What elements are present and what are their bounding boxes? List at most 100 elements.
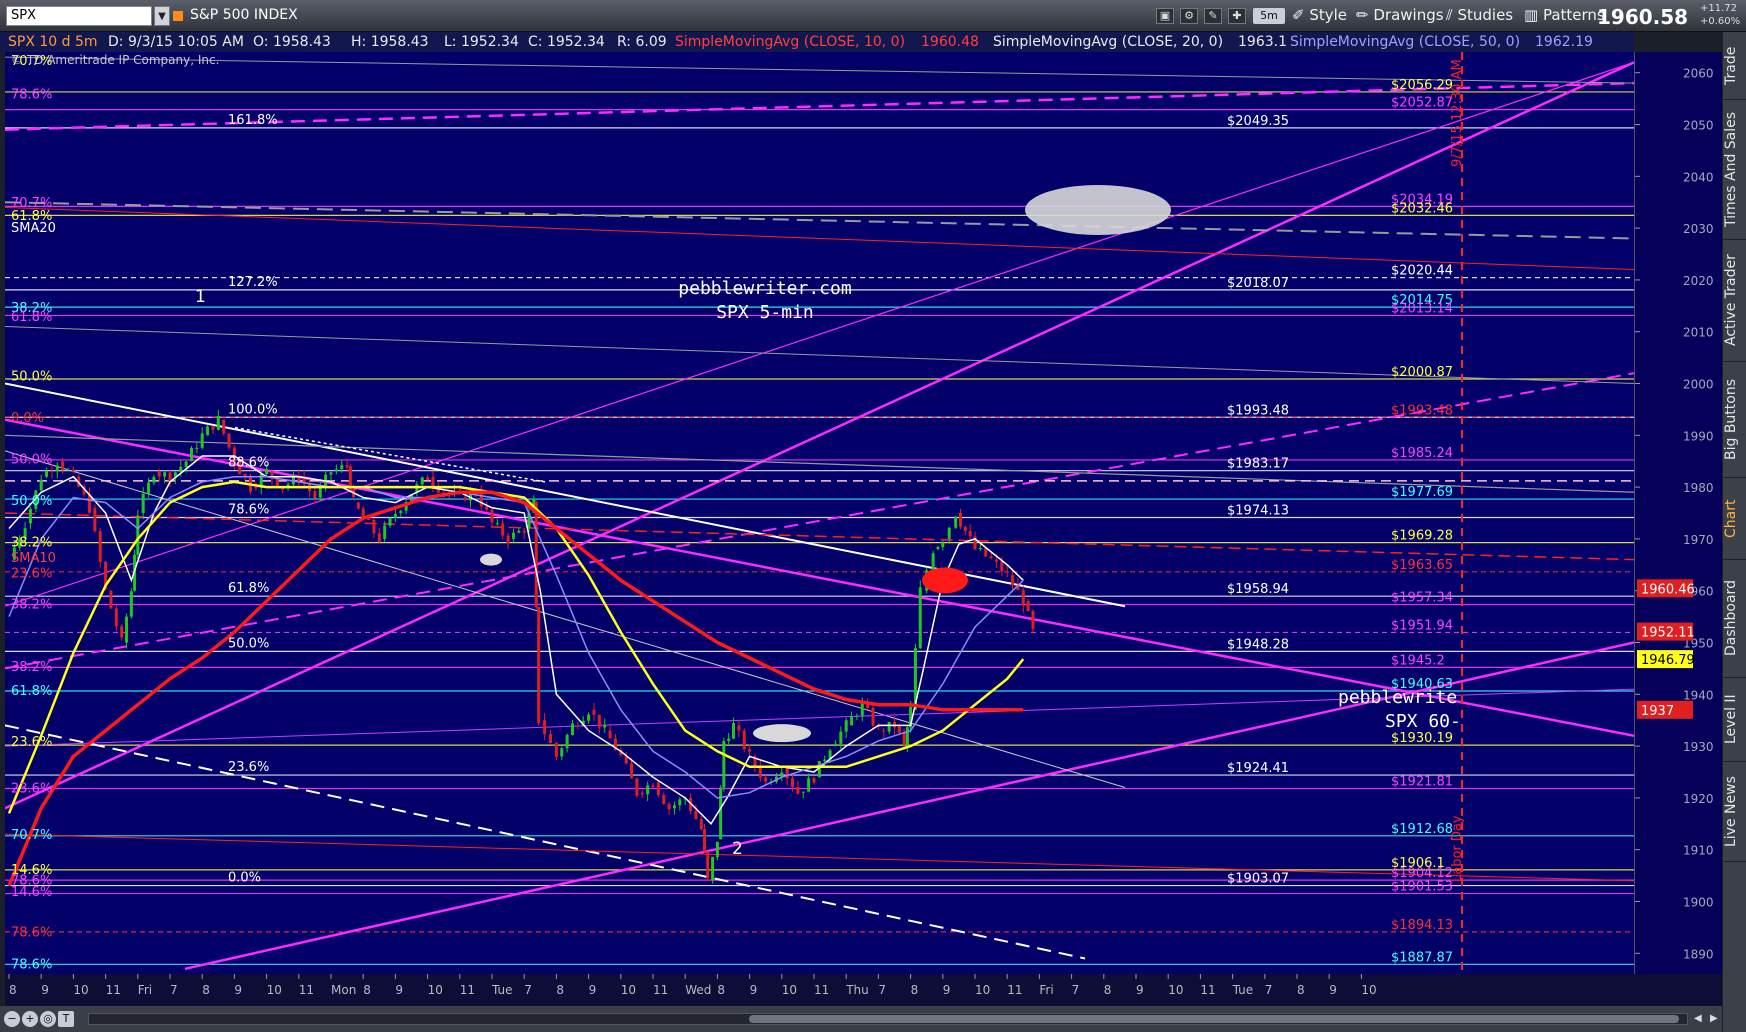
zoom-in-icon[interactable]: +	[22, 1011, 38, 1027]
studies-menu-button[interactable]: ⫽ Studies	[1446, 6, 1513, 26]
x-tick-label: 11	[1007, 983, 1022, 997]
price-level-label: $2052.87	[1391, 96, 1453, 111]
candle-body	[195, 447, 199, 449]
patterns-menu-button[interactable]: ▥ Patterns	[1524, 6, 1605, 26]
candle-body	[791, 778, 795, 788]
candle-body	[393, 513, 397, 518]
x-tick-label: 11	[106, 983, 121, 997]
drawings-menu-button[interactable]: ✏ Drawings	[1356, 6, 1444, 26]
sma50-legend: SimpleMovingAvg (CLOSE, 50, 0)	[1290, 34, 1521, 50]
candle-body	[222, 419, 226, 434]
candle-body	[120, 626, 124, 638]
y-tick-label: 2050	[1683, 119, 1714, 133]
trend-line	[5, 56, 1634, 84]
fib-left-label: 23.6%	[11, 782, 52, 797]
candle-body	[882, 730, 886, 732]
drawing-tool-icon[interactable]: ✎	[1204, 8, 1222, 24]
candle-body	[490, 509, 494, 523]
x-tick-label: 8	[717, 983, 725, 997]
settings-icon[interactable]: ⚙	[1180, 8, 1198, 24]
tab-live-news[interactable]: Live News	[1723, 762, 1746, 862]
x-tick-label: 9	[1136, 983, 1144, 997]
x-tick-label: 9	[750, 983, 758, 997]
candle-body	[711, 857, 715, 881]
crosshair-icon[interactable]: ✚	[1228, 8, 1246, 24]
chart-scrollbar[interactable]	[88, 1013, 1688, 1025]
price-badge-label: 1937	[1641, 704, 1674, 719]
x-tick-label: 10	[267, 983, 282, 997]
price-level-label: $1983.17	[1227, 457, 1289, 472]
tab-trade[interactable]: Trade	[1723, 32, 1746, 100]
candle-body	[1026, 601, 1030, 612]
style-menu-button[interactable]: ✐ Style	[1292, 6, 1347, 26]
candle-body	[592, 709, 596, 715]
tab-times-and-sales[interactable]: Times And Sales	[1723, 100, 1746, 240]
candle-body	[947, 527, 951, 539]
price-level-label: $1894.13	[1391, 918, 1453, 933]
price-level-label: $1930.19	[1391, 731, 1453, 746]
candle-body	[61, 461, 65, 470]
x-tick-label: 8	[556, 983, 564, 997]
candle-body	[624, 756, 628, 764]
chevron-down-icon[interactable]: ▼	[154, 6, 170, 26]
symbol-input[interactable]: SPX	[6, 6, 152, 26]
tab-dashboard[interactable]: Dashboard	[1723, 560, 1746, 678]
candle-body	[554, 743, 558, 757]
trend-line	[5, 724, 1086, 960]
x-tick-label: 11	[1200, 983, 1215, 997]
tab-level-ii[interactable]: Level II	[1723, 678, 1746, 762]
tab-big-buttons[interactable]: Big Buttons	[1723, 362, 1746, 478]
candle-body	[254, 487, 258, 489]
candle-body	[125, 616, 129, 643]
zoom-out-icon[interactable]: −	[4, 1011, 20, 1027]
candle-body	[936, 547, 940, 550]
change-absolute: +11.72	[1700, 3, 1738, 14]
time-axis[interactable]: 8 9 10 11 Fri 7 8 9 10 11 Mon 8 9 10 11 Tue 7 8 9 10 11 Wed 8 9…	[5, 974, 1722, 1006]
candle-body	[50, 470, 54, 472]
tab-active-trader[interactable]: Active Trader	[1723, 240, 1746, 362]
timeframe-button[interactable]: 5m	[1253, 8, 1285, 24]
candle-body	[147, 482, 151, 494]
scroll-left-icon[interactable]: ◀	[1694, 1013, 1702, 1024]
candle-body	[356, 502, 360, 509]
price-level-label: $1957.34	[1391, 590, 1453, 605]
fib-left-label: 23.6%	[11, 567, 52, 582]
candle-body	[954, 516, 958, 528]
x-tick-label: Tue	[491, 983, 513, 997]
candle-body	[667, 804, 671, 810]
candle-body	[227, 433, 231, 448]
scroll-right-icon[interactable]: ▶	[1710, 1013, 1718, 1024]
candle-body	[200, 433, 204, 448]
candle-body	[902, 732, 906, 744]
x-tick-label: 9	[589, 983, 597, 997]
x-tick-label: 9	[234, 983, 242, 997]
price-badge-label: 1946.79	[1641, 653, 1695, 668]
candle-body	[678, 799, 682, 806]
candle-body	[672, 805, 676, 809]
x-tick-label: Fri	[138, 983, 152, 997]
candle-body	[978, 548, 982, 550]
price-level-label: $1963.65	[1391, 558, 1453, 573]
link-square-icon[interactable]	[173, 11, 183, 21]
fib-mid-label: 88.6%	[228, 456, 269, 471]
camera-icon[interactable]: ▣	[1156, 8, 1174, 24]
scrollbar-thumb[interactable]	[749, 1015, 1679, 1023]
zoom-fit-icon[interactable]: ◎	[40, 1011, 56, 1027]
price-level-label: $1903.07	[1227, 872, 1289, 887]
price-level-label: $1993.48	[1391, 403, 1453, 418]
x-tick-label: 11	[814, 983, 829, 997]
x-tick-label: Tue	[1232, 983, 1254, 997]
candle-body	[722, 740, 726, 788]
chart-plot-area[interactable]: 70.7% 78.6% 70.7% 61.8% 38.2% 61.8% 50.0% 0.0% 5…	[5, 52, 1634, 974]
candle-body	[426, 477, 430, 480]
candle-body	[630, 763, 634, 779]
highlight-ellipse-red	[922, 567, 968, 594]
wave-label-1: 1	[195, 287, 206, 307]
price-axis[interactable]: 1890 1900 1910 1920 1930 1940 1950 1960 1970 1980…	[1634, 52, 1722, 974]
tab-chart[interactable]: Chart	[1723, 478, 1746, 560]
fib-mid-label: 100.0%	[228, 402, 278, 417]
candle-body	[662, 795, 666, 805]
text-tool-icon[interactable]: T	[58, 1011, 74, 1027]
y-tick-label: 1930	[1683, 740, 1714, 754]
y-tick-label: 1890	[1683, 947, 1714, 961]
